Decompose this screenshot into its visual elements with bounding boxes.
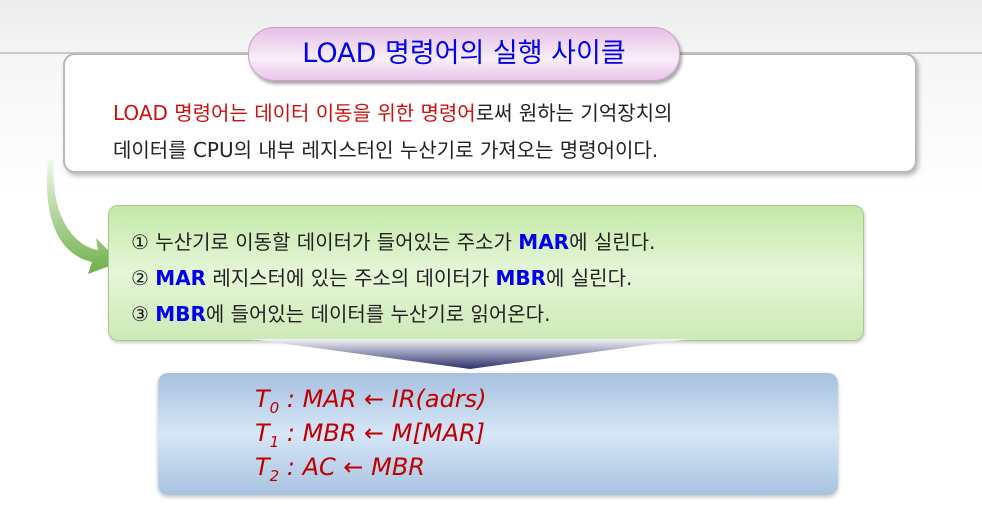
register-name: MAR: [155, 266, 207, 290]
register-name: MAR: [518, 230, 570, 254]
operation: : MAR ← IR(adrs): [286, 385, 487, 413]
step-text: 레지스터에 있는 주소의 데이터가: [206, 266, 496, 290]
timing-index: 2: [269, 466, 280, 485]
step-3: ③ MBR에 들어있는 데이터를 누산기로 읽어온다.: [131, 298, 550, 327]
operation: : AC ← MBR: [286, 453, 425, 481]
steps-box: ① 누산기로 이동할 데이터가 들어있는 주소가 MAR에 실린다. ② MAR…: [108, 205, 864, 341]
step-text: 에 실린다.: [546, 266, 633, 290]
step-text: 누산기로 이동할 데이터가 들어있는 주소가: [148, 230, 519, 254]
timing-index: 0: [269, 398, 280, 417]
slide-title: LOAD 명령어의 실행 사이클: [248, 27, 680, 81]
step-number: ③: [131, 302, 149, 326]
operation: : MBR ← M[MAR]: [286, 419, 486, 447]
timing-signal: T: [255, 385, 270, 413]
micro-op-0: T0 : MAR ← IR(adrs): [255, 385, 487, 417]
timing-index: 1: [269, 432, 280, 451]
micro-op-1: T1 : MBR ← M[MAR]: [255, 419, 485, 451]
timing-signal: T: [255, 453, 270, 481]
plain-text: 로써 원하는 기억장치의: [475, 101, 673, 125]
step-number: ①: [131, 230, 149, 254]
description-line-1: LOAD 명령어는 데이터 이동을 위한 명령어로써 원하는 기억장치의: [113, 97, 672, 126]
step-1: ① 누산기로 이동할 데이터가 들어있는 주소가 MAR에 실린다.: [131, 226, 655, 255]
timing-signal: T: [255, 419, 270, 447]
register-name: MBR: [495, 266, 547, 290]
highlight-text: LOAD 명령어는 데이터 이동을 위한 명령어: [113, 101, 476, 125]
down-pointer-icon: [250, 339, 690, 369]
description-line-2: 데이터를 CPU의 내부 레지스터인 누산기로 가져오는 명령어이다.: [113, 138, 659, 162]
micro-operations-box: T0 : MAR ← IR(adrs) T1 : MBR ← M[MAR] T2…: [158, 373, 838, 495]
micro-op-2: T2 : AC ← MBR: [255, 453, 425, 485]
step-text: 에 실린다.: [569, 230, 656, 254]
step-text: 에 들어있는 데이터를 누산기로 읽어온다.: [205, 302, 551, 326]
register-name: MBR: [155, 302, 206, 326]
step-number: ②: [131, 266, 149, 290]
step-2: ② MAR 레지스터에 있는 주소의 데이터가 MBR에 실린다.: [131, 262, 632, 291]
